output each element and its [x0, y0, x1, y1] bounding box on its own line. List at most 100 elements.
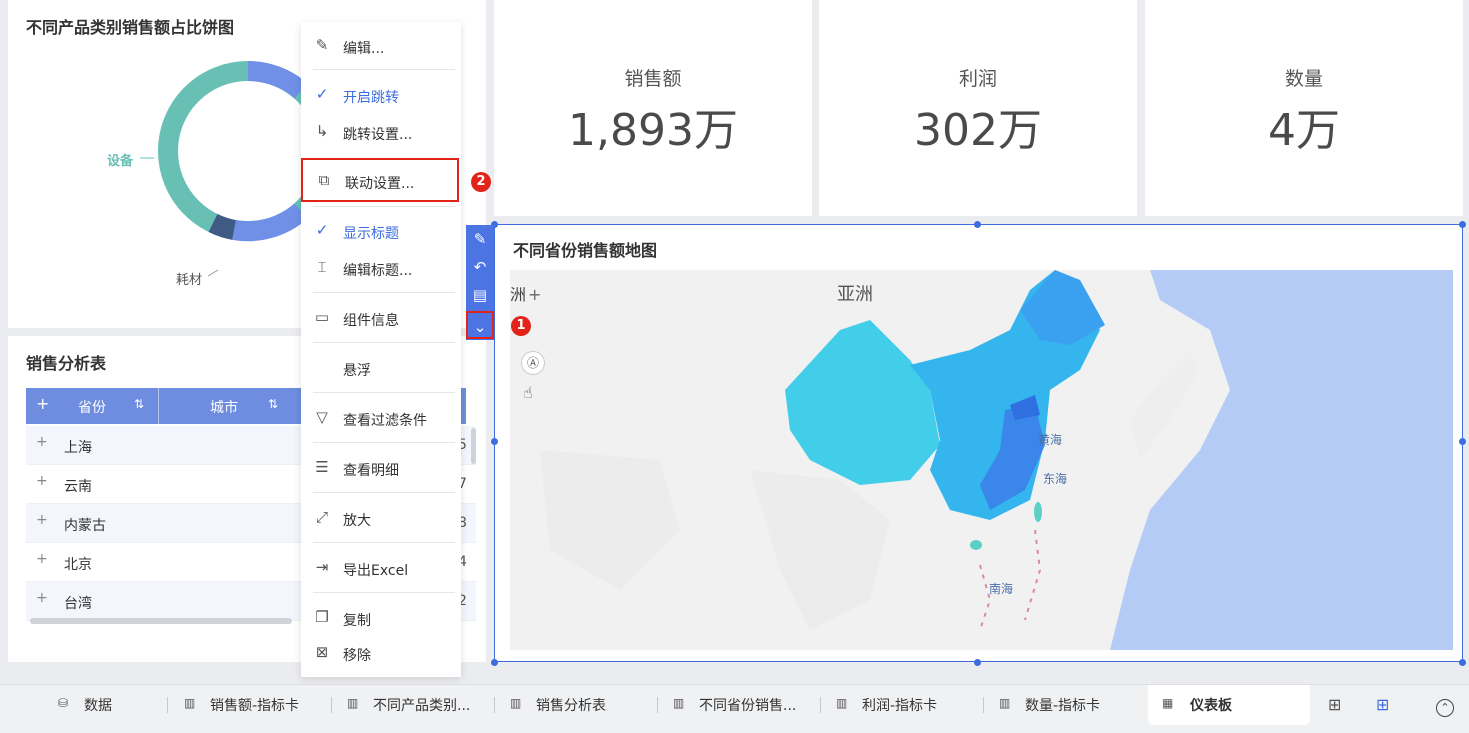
- kpi-label: 利润: [958, 68, 997, 90]
- menu-divider: [313, 206, 455, 207]
- menu-item-enable-jump[interactable]: ✓ 开启跳转: [301, 79, 461, 111]
- menu-item-copy[interactable]: ❐ 复制: [301, 602, 461, 634]
- more-chevron-down-icon[interactable]: ⌄: [466, 311, 494, 339]
- resize-handle[interactable]: [974, 221, 981, 228]
- kpi-card-quantity[interactable]: 数量 4万: [1145, 0, 1463, 216]
- column-header-city[interactable]: 城市: [210, 397, 238, 417]
- row-expand-icon[interactable]: +: [36, 590, 48, 606]
- add-dashboard-icon[interactable]: ⊞: [1328, 695, 1341, 714]
- row-expand-icon[interactable]: +: [36, 551, 48, 567]
- map-continent-label: 亚洲: [837, 284, 873, 305]
- column-header-province[interactable]: 省份: [78, 397, 106, 417]
- collapse-chevron-up-icon[interactable]: ⌃: [1436, 699, 1454, 717]
- resize-handle[interactable]: [974, 659, 981, 666]
- map-card-title: 不同省份销售额地图: [513, 241, 658, 260]
- column-divider: [158, 388, 159, 424]
- tab-divider: [983, 697, 984, 713]
- zoom-icon: ⤢: [315, 508, 328, 526]
- label-leader-consumables: [207, 269, 219, 277]
- row-expand-icon[interactable]: +: [36, 473, 48, 489]
- remove-icon: ⊠: [315, 643, 329, 661]
- resize-handle[interactable]: [491, 659, 498, 666]
- menu-item-zoom[interactable]: ⤢ 放大: [301, 502, 461, 534]
- tab-divider: [167, 697, 168, 713]
- kpi-card-sales[interactable]: 销售额 1,893万: [494, 0, 812, 216]
- row-province: 上海: [64, 440, 92, 456]
- tab-divider: [820, 697, 821, 713]
- table-expand-all-icon[interactable]: +: [36, 394, 49, 413]
- menu-item-edit-title[interactable]: ⌶ 编辑标题...: [301, 252, 461, 284]
- province-map[interactable]: [510, 270, 1453, 650]
- menu-item-view-detail[interactable]: ☰ 查看明细: [301, 452, 461, 484]
- tab-sales-kpi[interactable]: ▥ 销售额-指标卡: [184, 685, 324, 725]
- donut-segment-other[interactable]: [247, 60, 308, 99]
- row-expand-icon[interactable]: +: [36, 512, 48, 528]
- tab-label: 数量-指标卡: [1025, 698, 1101, 714]
- comment-icon[interactable]: ▤: [466, 281, 494, 309]
- resize-handle[interactable]: [1459, 221, 1466, 228]
- pie-label-equipment: 设备: [107, 154, 134, 169]
- tab-province-map[interactable]: ▥ 不同省份销售...: [673, 685, 813, 725]
- map-sea-label-yellow: 黄海: [1038, 433, 1063, 447]
- bottom-tab-bar: ⛁ 数据 ▥ 销售额-指标卡 ▥ 不同产品类别... ▥ 销售分析表 ▥ 不同省…: [0, 684, 1469, 733]
- tab-sales-table[interactable]: ▥ 销售分析表: [510, 685, 650, 725]
- map-edge-label: 洲: [510, 285, 527, 304]
- pie-label-consumables: 耗材: [176, 273, 203, 288]
- menu-divider: [313, 592, 455, 593]
- kpi-card-profit[interactable]: 利润 302万: [819, 0, 1137, 216]
- vertical-scrollbar[interactable]: [471, 428, 476, 464]
- chart-icon: ▥: [999, 696, 1011, 710]
- map-pan-icon[interactable]: ☝: [523, 383, 533, 402]
- step-badge-2: 2: [471, 172, 491, 192]
- map-card[interactable]: 不同省份销售额地图 + 洲 Ⓐ ☝ 亚洲 黄海 东海 南海: [494, 224, 1463, 662]
- tab-label: 销售分析表: [536, 698, 606, 714]
- tab-product-category-pie[interactable]: ▥ 不同产品类别...: [347, 685, 487, 725]
- sort-icon[interactable]: ⇅: [268, 397, 278, 411]
- menu-divider: [313, 292, 455, 293]
- tab-divider: [494, 697, 495, 713]
- row-expand-icon[interactable]: +: [36, 434, 48, 450]
- export-icon: ⇥: [315, 558, 329, 576]
- chart-icon: ▥: [347, 696, 359, 710]
- menu-item-component-info[interactable]: ▭ 组件信息: [301, 302, 461, 334]
- redirect-arrow-icon: ↳: [315, 122, 329, 140]
- menu-item-export-excel[interactable]: ⇥ 导出Excel: [301, 552, 461, 584]
- kpi-label: 数量: [1284, 68, 1323, 90]
- sort-icon[interactable]: ⇅: [134, 397, 144, 411]
- donut-segment-consumables[interactable]: [208, 213, 237, 240]
- menu-divider: [313, 342, 455, 343]
- chart-icon: ▥: [673, 696, 685, 710]
- menu-item-linkage-settings[interactable]: ⧉ 联动设置...: [301, 158, 459, 202]
- menu-item-show-title[interactable]: ✓ 显示标题: [301, 215, 461, 247]
- check-icon: ✓: [315, 85, 329, 103]
- tab-label: 利润-指标卡: [862, 698, 938, 714]
- tab-quantity-kpi[interactable]: ▥ 数量-指标卡: [999, 685, 1139, 725]
- add-story-icon[interactable]: ⊞: [1376, 695, 1389, 714]
- copy-icon: ❐: [315, 608, 329, 626]
- tab-data[interactable]: ⛁ 数据: [58, 685, 168, 725]
- tab-profit-kpi[interactable]: ▥ 利润-指标卡: [836, 685, 976, 725]
- edit-pencil-icon[interactable]: ✎: [466, 225, 494, 253]
- menu-item-float[interactable]: 悬浮: [301, 352, 461, 384]
- row-province: 内蒙古: [64, 518, 106, 534]
- menu-item-label: 编辑标题...: [343, 263, 413, 279]
- undo-icon[interactable]: ↶: [466, 253, 494, 281]
- resize-handle[interactable]: [1459, 438, 1466, 445]
- menu-divider: [313, 542, 455, 543]
- menu-item-remove[interactable]: ⊠ 移除: [301, 637, 461, 669]
- map-hainan: [970, 540, 982, 550]
- chart-icon: ▥: [510, 696, 522, 710]
- menu-item-label: 导出Excel: [343, 563, 409, 579]
- horizontal-scrollbar[interactable]: [30, 618, 292, 624]
- map-reset-icon[interactable]: Ⓐ: [521, 351, 545, 375]
- menu-item-view-filters[interactable]: ▽ 查看过滤条件: [301, 402, 461, 434]
- table-card-title: 销售分析表: [26, 354, 107, 373]
- menu-item-jump-settings[interactable]: ↳ 跳转设置...: [301, 116, 461, 148]
- resize-handle[interactable]: [1459, 659, 1466, 666]
- menu-item-edit[interactable]: ✎ 编辑...: [301, 30, 461, 62]
- map-zoom-in-button[interactable]: +: [528, 285, 541, 304]
- tab-dashboard[interactable]: ▦ 仪表板: [1148, 685, 1310, 725]
- tab-label: 销售额-指标卡: [210, 698, 300, 714]
- resize-handle[interactable]: [491, 438, 498, 445]
- menu-item-label: 复制: [343, 613, 371, 629]
